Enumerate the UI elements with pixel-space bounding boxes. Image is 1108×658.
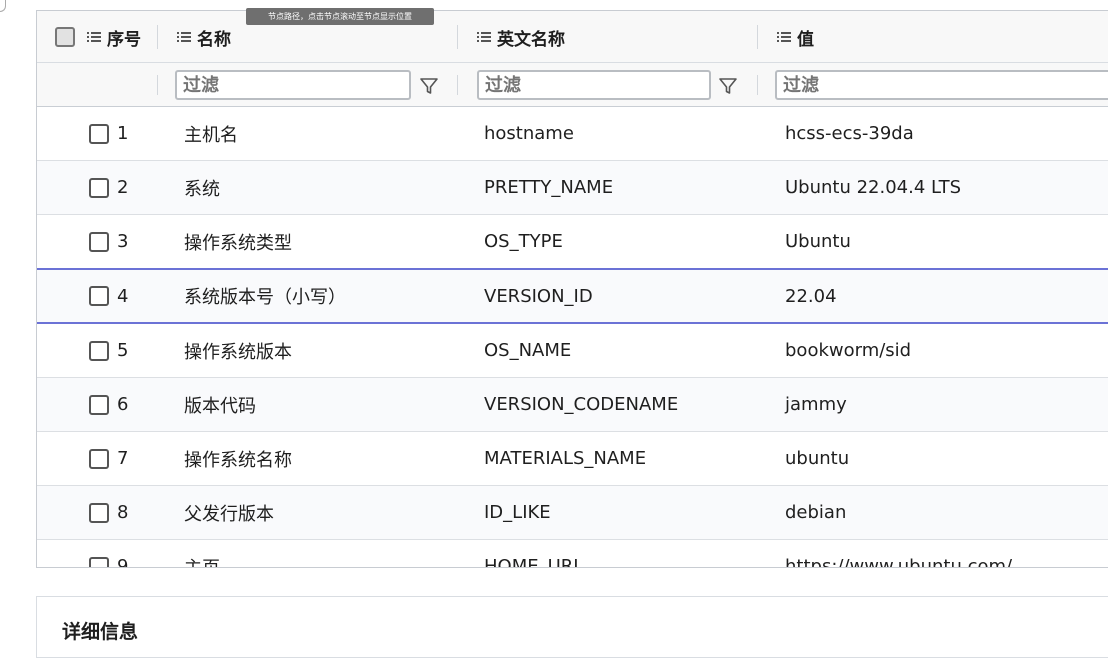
row-value: bookworm/sid bbox=[785, 340, 912, 361]
row-value: https://www.ubuntu.com/ bbox=[785, 556, 1013, 568]
column-header-index[interactable]: 序号 bbox=[87, 11, 141, 63]
row-name: 系统 bbox=[184, 178, 220, 200]
table-row[interactable]: 2 系统 PRETTY_NAME Ubuntu 22.04.4 LTS bbox=[37, 161, 1108, 215]
column-header-english-name[interactable]: 英文名称 bbox=[477, 11, 565, 63]
row-english-name: OS_NAME bbox=[484, 340, 572, 361]
table-row-selected[interactable]: 4 系统版本号（小写） VERSION_ID 22.04 bbox=[37, 268, 1108, 324]
column-menu-icon[interactable] bbox=[177, 31, 191, 43]
row-index: 9 bbox=[117, 556, 129, 568]
english-name-filter-input[interactable] bbox=[477, 70, 711, 100]
row-value: ubuntu bbox=[785, 448, 850, 469]
row-english-name: PRETTY_NAME bbox=[484, 177, 614, 198]
column-divider bbox=[457, 75, 458, 95]
node-path-tooltip: 节点路径，点击节点滚动至节点显示位置 bbox=[246, 8, 434, 25]
row-index: 5 bbox=[117, 340, 129, 361]
row-checkbox[interactable] bbox=[89, 123, 109, 144]
table-row[interactable]: 3 操作系统类型 OS_TYPE Ubuntu bbox=[37, 215, 1108, 269]
column-divider[interactable] bbox=[457, 25, 458, 49]
row-index: 6 bbox=[117, 394, 129, 415]
row-name: 系统版本号（小写） bbox=[184, 287, 346, 308]
column-divider bbox=[757, 75, 758, 95]
column-menu-icon[interactable] bbox=[477, 31, 491, 43]
table-row[interactable]: 6 版本代码 VERSION_CODENAME jammy bbox=[37, 378, 1108, 432]
details-title: 详细信息 bbox=[62, 621, 139, 643]
details-panel: 详细信息 bbox=[36, 596, 1108, 658]
row-english-name: VERSION_CODENAME bbox=[484, 394, 679, 415]
row-value: jammy bbox=[785, 394, 847, 415]
row-name: 操作系统名称 bbox=[184, 449, 292, 471]
column-header-english-name-label: 英文名称 bbox=[497, 29, 565, 50]
filter-row bbox=[37, 63, 1108, 107]
row-checkbox[interactable] bbox=[89, 340, 109, 361]
row-english-name: MATERIALS_NAME bbox=[484, 448, 647, 469]
row-english-name: VERSION_ID bbox=[484, 285, 593, 307]
table-row[interactable]: 9 主页 HOME_URL https://www.ubuntu.com/ bbox=[37, 540, 1108, 568]
row-english-name: HOME_URL bbox=[484, 556, 584, 568]
table-row[interactable]: 5 操作系统版本 OS_NAME bookworm/sid bbox=[37, 324, 1108, 378]
row-name: 操作系统类型 bbox=[184, 232, 292, 254]
value-filter-input[interactable] bbox=[775, 70, 1108, 100]
column-header-value-label: 值 bbox=[797, 29, 814, 50]
row-index: 1 bbox=[117, 123, 129, 144]
row-name: 操作系统版本 bbox=[184, 341, 292, 363]
filter-funnel-icon[interactable] bbox=[718, 76, 738, 96]
row-index: 7 bbox=[117, 448, 129, 469]
select-all-cell bbox=[55, 11, 75, 63]
row-english-name: OS_TYPE bbox=[484, 231, 563, 252]
name-filter-input[interactable] bbox=[175, 70, 411, 100]
row-name: 主机名 bbox=[184, 124, 238, 146]
edge-indicator bbox=[0, 0, 6, 12]
row-checkbox[interactable] bbox=[89, 502, 109, 523]
select-all-checkbox[interactable] bbox=[55, 27, 75, 47]
row-name: 父发行版本 bbox=[184, 503, 274, 525]
row-index: 4 bbox=[117, 285, 129, 307]
column-menu-icon[interactable] bbox=[777, 31, 791, 43]
column-header-value[interactable]: 值 bbox=[777, 11, 814, 63]
row-checkbox[interactable] bbox=[89, 448, 109, 469]
column-header-name-label: 名称 bbox=[197, 29, 231, 50]
row-index: 3 bbox=[117, 231, 129, 252]
row-name: 主页 bbox=[184, 557, 220, 568]
row-value: Ubuntu 22.04.4 LTS bbox=[785, 177, 962, 198]
row-index: 2 bbox=[117, 177, 129, 198]
row-checkbox[interactable] bbox=[89, 286, 109, 306]
row-value: hcss-ecs-39da bbox=[785, 123, 914, 144]
column-divider[interactable] bbox=[757, 25, 758, 49]
row-english-name: hostname bbox=[484, 123, 574, 144]
column-divider[interactable] bbox=[157, 25, 158, 49]
row-checkbox[interactable] bbox=[89, 394, 109, 415]
column-header-name[interactable]: 名称 bbox=[177, 11, 231, 63]
column-header-index-label: 序号 bbox=[107, 29, 141, 50]
data-grid: 序号 名称 英文名称 值 1 主机名 bbox=[36, 10, 1108, 568]
row-index: 8 bbox=[117, 502, 129, 523]
row-english-name: ID_LIKE bbox=[484, 502, 551, 523]
row-value: 22.04 bbox=[785, 285, 837, 307]
row-name: 版本代码 bbox=[184, 395, 256, 417]
column-divider bbox=[157, 75, 158, 95]
table-row[interactable]: 8 父发行版本 ID_LIKE debian bbox=[37, 486, 1108, 540]
filter-funnel-icon[interactable] bbox=[419, 76, 439, 96]
grid-header: 序号 名称 英文名称 值 bbox=[37, 11, 1108, 63]
row-value: Ubuntu bbox=[785, 231, 851, 252]
column-menu-icon[interactable] bbox=[87, 31, 101, 43]
row-checkbox[interactable] bbox=[89, 177, 109, 198]
row-value: debian bbox=[785, 502, 847, 523]
row-checkbox[interactable] bbox=[89, 231, 109, 252]
table-row[interactable]: 1 主机名 hostname hcss-ecs-39da bbox=[37, 107, 1108, 161]
row-checkbox[interactable] bbox=[89, 556, 109, 567]
table-row[interactable]: 7 操作系统名称 MATERIALS_NAME ubuntu bbox=[37, 432, 1108, 486]
